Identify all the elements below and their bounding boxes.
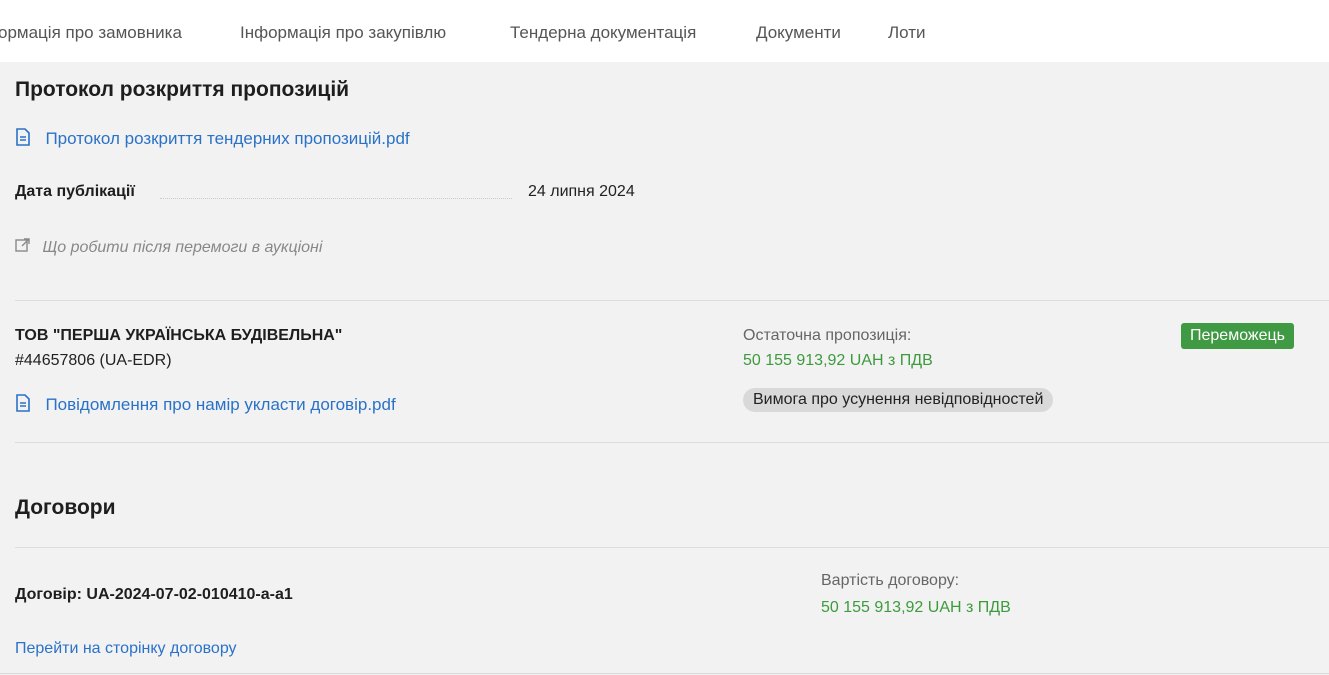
go-to-contract-link[interactable]: Перейти на сторінку договору (15, 640, 237, 658)
intent-notice-link[interactable]: Повідомлення про намір укласти договір.p… (15, 394, 396, 417)
contracts-section-title: Договори (15, 496, 116, 519)
contract-id: Договір: UA-2024-07-02-010410-a-a1 (15, 586, 293, 603)
contract-value: 50 155 913,92 UAH з ПДВ (821, 599, 1011, 616)
divider (15, 547, 1329, 548)
bidder-id: #44657806 (UA-EDR) (15, 352, 172, 369)
bottom-divider (0, 673, 1329, 674)
requirement-badge[interactable]: Вимога про усунення невідповідностей (743, 388, 1054, 412)
tab-customer-info[interactable]: ормація про замовника (0, 23, 182, 43)
contract-value-label: Вартість договору: (821, 572, 960, 589)
after-win-link[interactable]: Що робити після перемоги в аукціоні (15, 238, 322, 258)
publication-date-label: Дата публікації (15, 183, 135, 200)
tab-lots[interactable]: Лоти (888, 23, 926, 43)
dotted-leader (160, 198, 512, 199)
tab-procurement-info[interactable]: Інформація про закупівлю (240, 23, 446, 43)
main-panel: Протокол розкриття пропозицій Протокол р… (0, 62, 1329, 675)
top-navigation: ормація про замовника Інформація про зак… (0, 0, 1329, 62)
divider (15, 442, 1329, 443)
bidder-name: ТОВ "ПЕРША УКРАЇНСЬКА БУДІВЕЛЬНА" (15, 327, 343, 344)
final-offer-label: Остаточна пропозиція: (743, 327, 912, 344)
external-link-icon (15, 238, 30, 258)
protocol-file-link-label[interactable]: Протокол розкриття тендерних пропозицій.… (45, 129, 409, 148)
tab-tender-documentation[interactable]: Тендерна документація (510, 23, 696, 43)
intent-notice-link-label[interactable]: Повідомлення про намір укласти договір.p… (45, 395, 395, 414)
after-win-link-label[interactable]: Що робити після перемоги в аукціоні (42, 239, 322, 256)
divider (15, 300, 1329, 301)
protocol-section-title: Протокол розкриття пропозицій (15, 78, 350, 101)
document-icon (15, 128, 31, 151)
protocol-file-link[interactable]: Протокол розкриття тендерних пропозицій.… (15, 128, 410, 151)
winner-badge: Переможець (1181, 323, 1295, 349)
tab-documents[interactable]: Документи (756, 23, 841, 43)
publication-date-value: 24 липня 2024 (528, 183, 635, 200)
final-offer-value: 50 155 913,92 UAH з ПДВ (743, 352, 933, 369)
document-icon (15, 394, 31, 417)
